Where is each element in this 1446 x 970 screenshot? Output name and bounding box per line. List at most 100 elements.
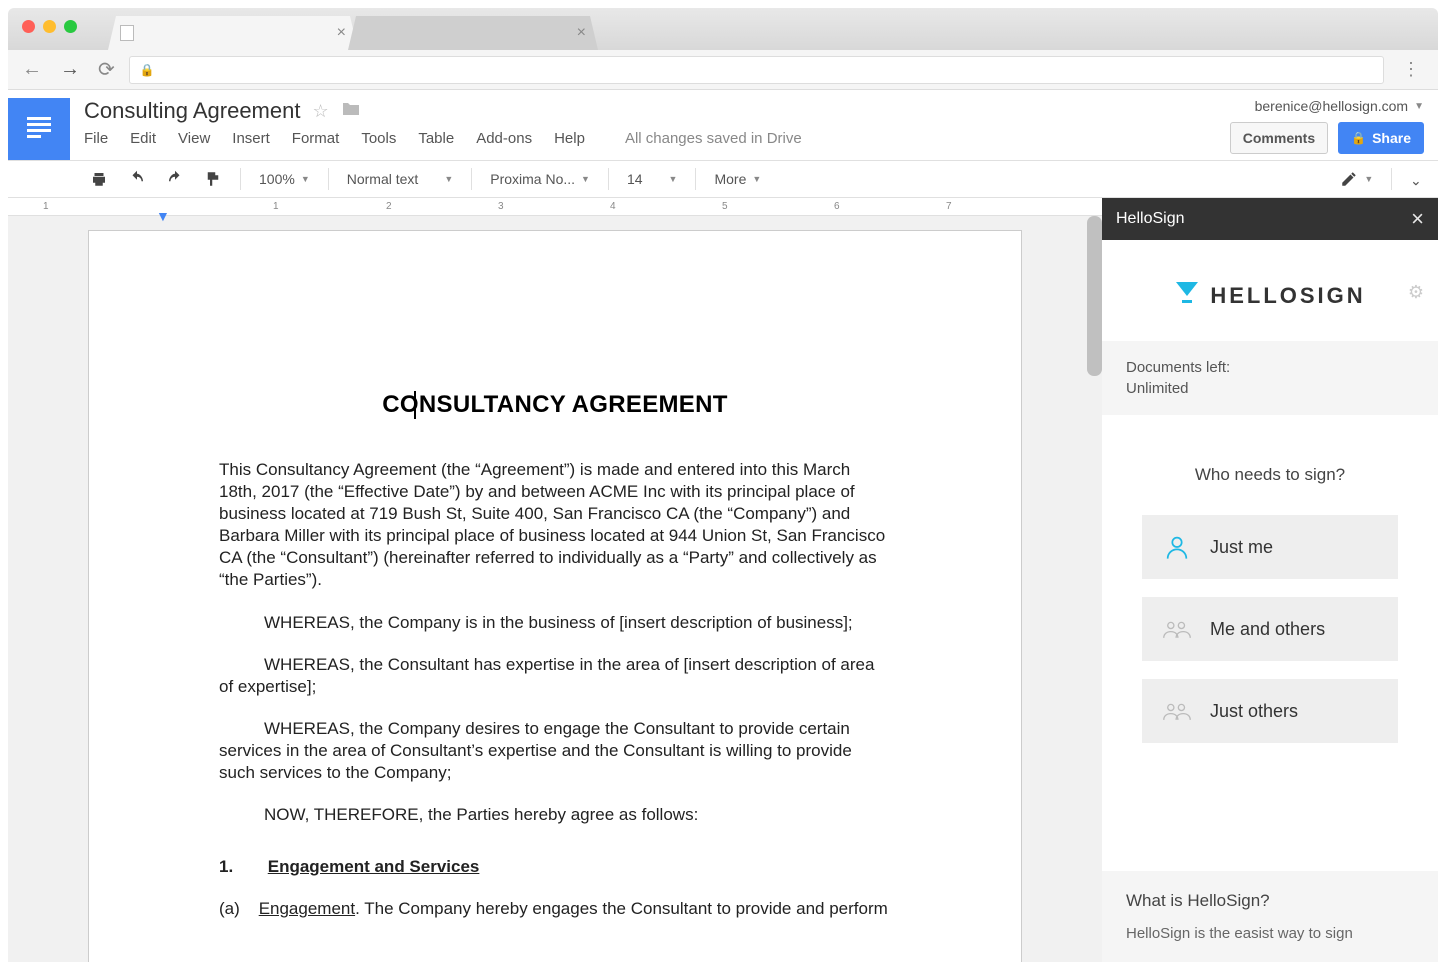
- sidebar-header: HelloSign ×: [1102, 198, 1438, 240]
- browser-tab-strip: × ×: [8, 8, 1438, 50]
- undo-button[interactable]: [120, 166, 154, 192]
- share-label: Share: [1372, 130, 1411, 146]
- forward-button[interactable]: →: [56, 54, 84, 85]
- doc-section: 1. Engagement and Services: [219, 856, 891, 878]
- browser-tab-inactive[interactable]: ×: [348, 16, 598, 50]
- vertical-scrollbar[interactable]: [1087, 216, 1102, 962]
- address-bar: ← → ⟳ 🔒 ⋮: [8, 50, 1438, 90]
- browser-menu-icon[interactable]: ⋮: [1394, 59, 1428, 80]
- settings-gear-icon[interactable]: ⚙: [1408, 282, 1424, 303]
- scrollbar-thumb[interactable]: [1087, 216, 1102, 376]
- save-status: All changes saved in Drive: [625, 130, 802, 147]
- zoom-dropdown[interactable]: 100%▼: [251, 167, 318, 191]
- hellosign-wordmark: HELLOSIGN: [1210, 283, 1365, 309]
- ruler-mark: 7: [946, 201, 952, 212]
- sign-option-me-and-others[interactable]: Me and others: [1142, 597, 1398, 661]
- docs-logo-icon: [27, 117, 51, 141]
- page-icon: [120, 25, 134, 41]
- menu-bar: File Edit View Insert Format Tools Table…: [84, 130, 1230, 147]
- print-button[interactable]: [82, 166, 116, 192]
- ruler-mark: 1: [273, 201, 279, 212]
- chevron-down-icon: ▼: [1414, 101, 1424, 112]
- sign-option-just-me[interactable]: Just me: [1142, 515, 1398, 579]
- footer-title: What is HelloSign?: [1126, 891, 1414, 911]
- redo-button[interactable]: [158, 166, 192, 192]
- people-icon: [1162, 697, 1192, 725]
- font-size-dropdown[interactable]: 14▼: [619, 167, 686, 191]
- menu-insert[interactable]: Insert: [232, 130, 270, 147]
- doc-heading: CONSULTANCY AGREEMENT: [219, 391, 891, 419]
- hellosign-mark-icon: [1174, 280, 1200, 311]
- sign-option-just-others[interactable]: Just others: [1142, 679, 1398, 743]
- browser-tab-active[interactable]: ×: [108, 16, 358, 50]
- ruler-mark: 5: [722, 201, 728, 212]
- ruler-mark: 1: [43, 201, 49, 212]
- horizontal-ruler[interactable]: 1 ▼ 1 2 3 4 5 6 7: [8, 198, 1102, 216]
- window-controls: [22, 20, 77, 33]
- sign-options: Just me Me and others Just others: [1102, 515, 1438, 743]
- doc-paragraph: This Consultancy Agreement (the “Agreeme…: [219, 459, 891, 592]
- lock-icon: 🔒: [1351, 131, 1366, 145]
- footer-text: HelloSign is the easist way to sign: [1126, 925, 1414, 942]
- more-dropdown[interactable]: More▼: [706, 167, 769, 191]
- ruler-mark: 6: [834, 201, 840, 212]
- ruler-mark: 4: [610, 201, 616, 212]
- document-page[interactable]: CONSULTANCY AGREEMENT This Consultancy A…: [88, 230, 1022, 962]
- doc-paragraph: WHEREAS, the Company desires to engage t…: [219, 718, 891, 784]
- hellosign-logo: HELLOSIGN: [1102, 240, 1438, 341]
- sign-option-label: Me and others: [1210, 619, 1325, 640]
- comments-button[interactable]: Comments: [1230, 122, 1328, 154]
- edit-mode-button[interactable]: ▼: [1332, 166, 1381, 192]
- font-dropdown[interactable]: Proxima No...▼: [482, 167, 598, 191]
- formatting-toolbar: 100%▼ Normal text▼ Proxima No...▼ 14▼ Mo…: [8, 160, 1438, 198]
- style-dropdown[interactable]: Normal text▼: [339, 167, 462, 191]
- doc-paragraph: WHEREAS, the Consultant has expertise in…: [219, 654, 891, 698]
- reload-button[interactable]: ⟳: [94, 53, 119, 86]
- person-icon: [1162, 533, 1192, 561]
- back-button[interactable]: ←: [18, 54, 46, 85]
- folder-icon[interactable]: [341, 101, 361, 122]
- doc-paragraph: NOW, THEREFORE, the Parties hereby agree…: [219, 804, 891, 826]
- people-icon: [1162, 615, 1192, 643]
- sidebar-title: HelloSign: [1116, 210, 1184, 228]
- menu-help[interactable]: Help: [554, 130, 585, 147]
- sidebar-close-icon[interactable]: ×: [1411, 206, 1424, 232]
- star-icon[interactable]: ☆: [312, 101, 328, 122]
- window-maximize-icon[interactable]: [64, 20, 77, 33]
- docs-logo[interactable]: [8, 98, 70, 160]
- sign-option-label: Just others: [1210, 701, 1298, 722]
- documents-left-value: Unlimited: [1126, 380, 1414, 397]
- doc-paragraph: WHEREAS, the Company is in the business …: [219, 612, 891, 634]
- sign-option-label: Just me: [1210, 537, 1273, 558]
- window-close-icon[interactable]: [22, 20, 35, 33]
- sidebar-footer: What is HelloSign? HelloSign is the easi…: [1102, 871, 1438, 962]
- tab-close-icon[interactable]: ×: [577, 24, 586, 42]
- menu-file[interactable]: File: [84, 130, 108, 147]
- lock-icon: 🔒: [140, 63, 155, 77]
- ruler-indent-marker[interactable]: ▼: [156, 208, 170, 224]
- documents-left-label: Documents left:: [1126, 359, 1414, 376]
- documents-left-box: Documents left: Unlimited: [1102, 341, 1438, 415]
- sign-question: Who needs to sign?: [1102, 415, 1438, 515]
- menu-format[interactable]: Format: [292, 130, 340, 147]
- ruler-mark: 2: [386, 201, 392, 212]
- menu-tools[interactable]: Tools: [361, 130, 396, 147]
- menu-edit[interactable]: Edit: [130, 130, 156, 147]
- collapse-toolbar-button[interactable]: ⌃: [1402, 167, 1430, 192]
- document-pane: 1 ▼ 1 2 3 4 5 6 7 CONSULTANCY AGREEMENT …: [8, 198, 1102, 962]
- menu-addons[interactable]: Add-ons: [476, 130, 532, 147]
- user-account[interactable]: berenice@hellosign.com ▼: [1230, 98, 1424, 114]
- tab-close-icon[interactable]: ×: [337, 24, 346, 42]
- paint-format-button[interactable]: [196, 166, 230, 192]
- window-minimize-icon[interactable]: [43, 20, 56, 33]
- docs-header: Consulting Agreement ☆ File Edit View In…: [8, 90, 1438, 160]
- menu-table[interactable]: Table: [418, 130, 454, 147]
- hellosign-sidebar: HelloSign × HELLOSIGN ⚙ Documents left: …: [1102, 198, 1438, 962]
- user-email-text: berenice@hellosign.com: [1255, 98, 1409, 114]
- ruler-mark: 3: [498, 201, 504, 212]
- share-button[interactable]: 🔒 Share: [1338, 122, 1424, 154]
- document-title[interactable]: Consulting Agreement: [84, 98, 300, 124]
- doc-paragraph: (a) Engagement. The Company hereby engag…: [219, 898, 891, 920]
- menu-view[interactable]: View: [178, 130, 210, 147]
- url-input[interactable]: 🔒: [129, 56, 1384, 84]
